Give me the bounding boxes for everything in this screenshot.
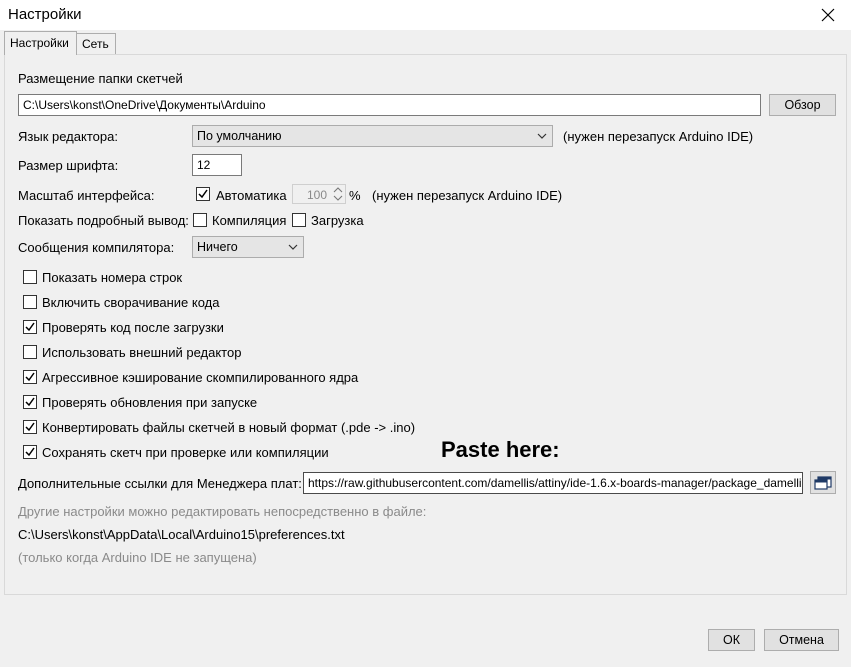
verbose-compile-checkbox[interactable] [193,213,207,227]
tab-network-label: Сеть [82,37,109,51]
browse-button[interactable]: Обзор [769,94,836,116]
title-bar: Настройки [0,0,851,30]
verbose-upload-label: Загрузка [311,213,364,228]
option-save-on-verify-checkbox[interactable] [23,445,37,459]
checkmark-icon [25,372,35,382]
option-check-updates-label: Проверять обновления при запуске [42,395,258,410]
verbose-upload-checkbox[interactable] [292,213,306,227]
checkmark-icon [25,397,35,407]
preferences-file-note: (только когда Arduino IDE не запущена) [18,550,257,565]
tab-network[interactable]: Сеть [77,33,116,54]
option-code-folding-checkbox[interactable] [23,295,37,309]
scale-value: 100 [306,188,327,202]
boards-manager-urls-input[interactable]: https://raw.githubusercontent.com/damell… [303,472,803,494]
preferences-file-path: C:\Users\konst\AppData\Local\Arduino15\p… [18,527,345,542]
verbose-compile-label: Компиляция [212,213,287,228]
chevron-down-icon [288,244,298,250]
close-button[interactable] [805,0,851,30]
font-size-input[interactable]: 12 [192,154,242,176]
boards-manager-label: Дополнительные ссылки для Менеджера плат… [18,476,302,491]
option-core-cache-checkbox[interactable] [23,370,37,384]
option-code-folding-label: Включить сворачивание кода [42,295,220,310]
option-line-numbers-label: Показать номера строк [42,270,183,285]
option-convert-sketches-checkbox[interactable] [23,420,37,434]
scale-unit: % [349,188,361,203]
auto-scale-checkbox[interactable] [196,187,210,201]
scale-spinner[interactable]: 100 [292,184,346,204]
auto-scale-label: Автоматика [216,188,287,203]
checkmark-icon [25,322,35,332]
interface-scale-note: (нужен перезапуск Arduino IDE) [372,188,563,203]
editor-language-note: (нужен перезапуск Arduino IDE) [563,129,754,144]
editor-language-value: По умолчанию [197,129,282,143]
option-external-editor-label: Использовать внешний редактор [42,345,242,360]
tab-settings[interactable]: Настройки [4,31,77,55]
sketchbook-label: Размещение папки скетчей [18,71,183,86]
paste-here-annotation: Paste here: [441,437,560,462]
option-save-on-verify-label: Сохранять скетч при проверке или компиля… [42,445,329,460]
preferences-window: Настройки Настройки Сеть Размещение папк… [0,0,851,667]
compiler-warnings-label: Сообщения компилятора: [18,240,175,255]
edit-urls-button[interactable] [810,471,836,494]
editor-language-select[interactable]: По умолчанию [192,125,553,147]
compiler-warnings-value: Ничего [197,240,238,254]
window-title: Настройки [8,6,82,23]
tab-settings-label: Настройки [10,36,69,50]
option-verify-upload-checkbox[interactable] [23,320,37,334]
ok-button[interactable]: ОК [708,629,755,651]
compiler-warnings-select[interactable]: Ничего [192,236,304,258]
checkmark-icon [198,189,208,199]
cancel-button[interactable]: Отмена [764,629,839,651]
preferences-file-hint: Другие настройки можно редактировать неп… [18,504,427,519]
interface-scale-label: Масштаб интерфейса: [18,188,155,203]
close-icon [821,8,835,22]
font-size-label: Размер шрифта: [18,158,119,173]
checkmark-icon [25,447,35,457]
option-verify-upload-label: Проверять код после загрузки [42,320,224,335]
option-convert-sketches-label: Конвертировать файлы скетчей в новый фор… [42,420,416,435]
verbose-output-label: Показать подробный вывод: [18,213,189,228]
spinner-arrows-icon[interactable] [331,185,345,203]
chevron-down-icon [537,133,547,139]
option-line-numbers-checkbox[interactable] [23,270,37,284]
option-check-updates-checkbox[interactable] [23,395,37,409]
editor-language-label: Язык редактора: [18,129,118,144]
sketchbook-path-input[interactable]: C:\Users\konst\OneDrive\Документы\Arduin… [18,94,761,116]
window-icon [814,475,832,490]
checkmark-icon [25,422,35,432]
option-core-cache-label: Агрессивное кэширование скомпилированног… [42,370,359,385]
option-external-editor-checkbox[interactable] [23,345,37,359]
